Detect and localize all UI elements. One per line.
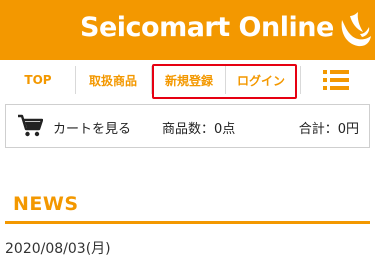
site-logo-text[interactable]: Seicomart Online <box>80 12 334 43</box>
news-date: 2020/08/03(月) <box>5 241 111 257</box>
nav-login-link[interactable]: ログイン <box>226 62 296 98</box>
nav-divider <box>300 66 301 94</box>
nav-divider <box>75 66 76 94</box>
cart-item-count: 商品数：0点 <box>162 122 236 137</box>
nav-products-link[interactable]: 取扱商品 <box>78 62 148 98</box>
seicomart-bird-logo-icon[interactable] <box>336 10 372 52</box>
cart-icon[interactable] <box>17 114 43 138</box>
cart-summary-bar: カートを見る 商品数：0点 合計：0円 <box>5 104 370 148</box>
site-header: Seicomart Online <box>0 0 375 60</box>
cart-total: 合計：0円 <box>298 122 359 137</box>
news-divider <box>5 221 370 224</box>
nav-top-link[interactable]: TOP <box>10 62 66 98</box>
global-nav: TOP 取扱商品 新規登録 ログイン <box>0 62 375 98</box>
news-heading: NEWS <box>13 193 79 215</box>
nav-divider <box>151 66 152 94</box>
hamburger-menu-icon[interactable] <box>323 67 349 93</box>
nav-register-link[interactable]: 新規登録 <box>154 62 224 98</box>
view-cart-link[interactable]: カートを見る <box>53 118 131 137</box>
